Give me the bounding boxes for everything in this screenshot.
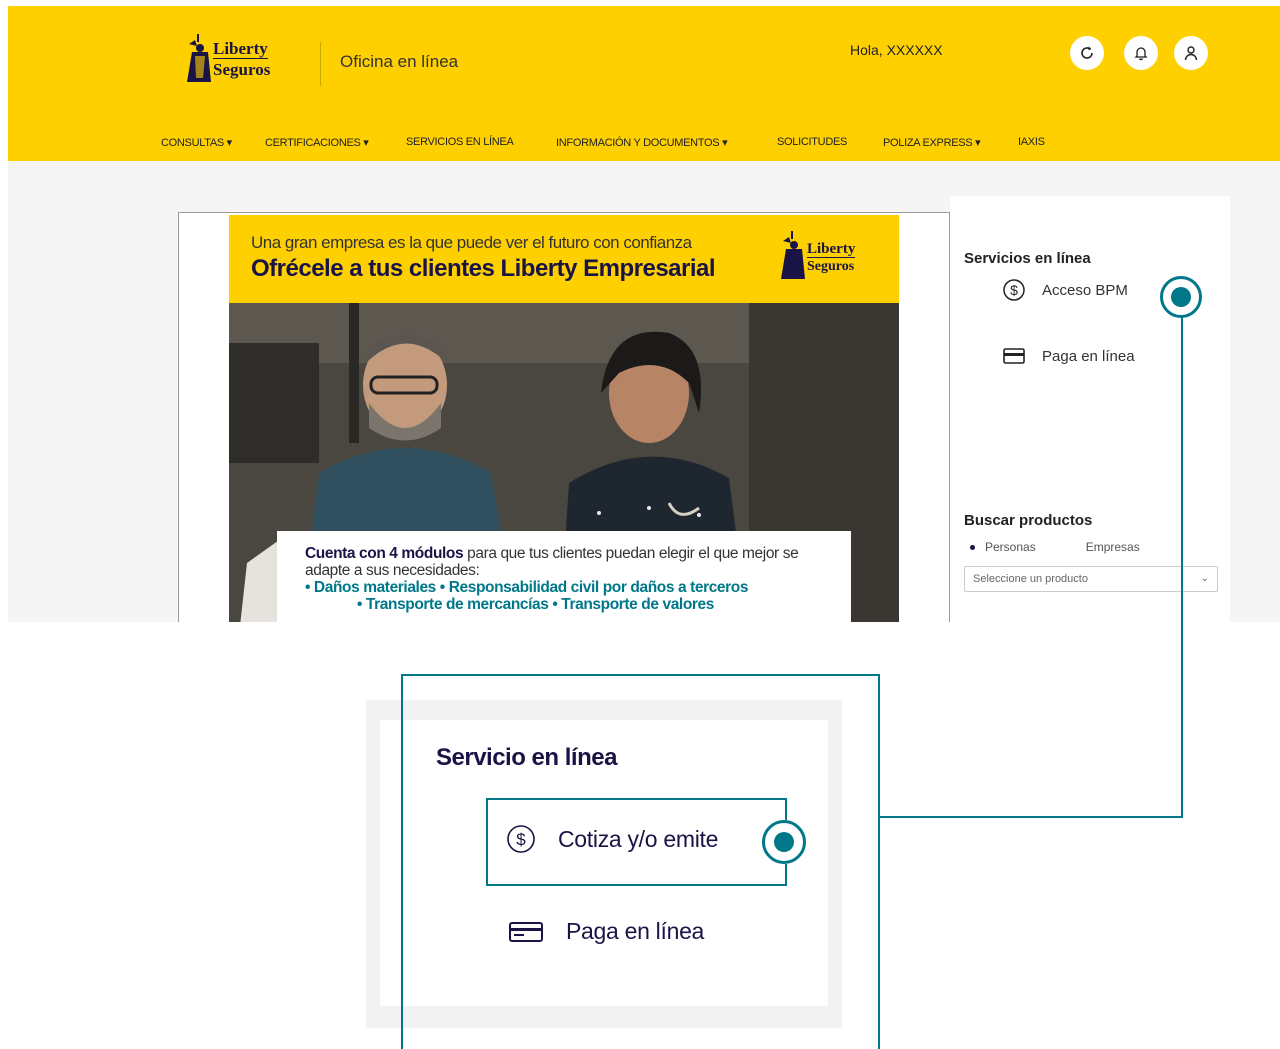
cotiza-emite-link[interactable]: $ Cotiza y/o emite <box>506 824 718 854</box>
user-icon <box>1184 46 1198 61</box>
nav-consultas[interactable]: CONSULTAS ▾ <box>161 136 232 149</box>
zoom-paga-en-linea-link[interactable]: Paga en línea <box>508 918 704 945</box>
banner-modules-line-1: • Daños materiales • Responsabilidad civ… <box>305 579 749 596</box>
banner-info-card: Cuenta con 4 módulos para que tus client… <box>277 531 851 622</box>
callout-marker-dot <box>1171 287 1191 307</box>
banner-logo-liberty: Liberty <box>807 241 856 258</box>
connector-line-horizontal <box>880 816 1183 818</box>
connector-line-vertical <box>1181 316 1183 818</box>
banner-logo-seguros: Seguros <box>807 259 855 274</box>
acceso-bpm-label: Acceso BPM <box>1042 281 1128 299</box>
site-header: Liberty Seguros Oficina en línea Hola, X… <box>8 6 1280 161</box>
tutorial-stage: Liberty Seguros Oficina en línea Hola, X… <box>0 0 1280 1049</box>
product-select[interactable]: Seleccione un producto ⌄ <box>964 566 1218 592</box>
banner-modules-line-2: • Transporte de mercancías • Transporte … <box>357 596 714 613</box>
main-nav: CONSULTAS ▾ CERTIFICACIONES ▾ SERVICIOS … <box>8 132 1280 156</box>
nav-poliza-express[interactable]: POLIZA EXPRESS ▾ <box>883 136 981 149</box>
side-panel: Servicios en línea $ Acceso BPM Paga en … <box>950 196 1230 622</box>
connector-tick-bottom <box>785 864 787 886</box>
connector-line-left <box>401 674 403 1049</box>
banner-card-text: Cuenta con 4 módulos para que tus client… <box>305 545 823 579</box>
product-select-placeholder: Seleccione un producto <box>973 573 1088 585</box>
callout-marker-top <box>1160 276 1202 318</box>
chevron-down-icon: ⌄ <box>1200 573 1209 584</box>
dollar-circle-icon: $ <box>507 825 535 853</box>
office-title: Oficina en línea <box>340 52 459 71</box>
banner-card-bold: Cuenta con 4 módulos <box>305 545 464 562</box>
callout-marker-dot <box>774 832 794 852</box>
user-profile-button[interactable] <box>1174 36 1208 70</box>
paga-en-linea-label: Paga en línea <box>1042 347 1135 365</box>
nav-iaxis[interactable]: IAXIS <box>1018 136 1045 148</box>
radio-empresas[interactable]: Empresas <box>1086 540 1140 554</box>
notifications-button[interactable] <box>1124 36 1158 70</box>
nav-informacion-documentos[interactable]: INFORMACIÓN Y DOCUMENTOS ▾ <box>556 136 728 149</box>
connector-line-right <box>878 674 880 1049</box>
liberty-logo[interactable]: Liberty Seguros <box>183 28 303 90</box>
zoom-panel-title: Servicio en línea <box>436 744 617 771</box>
dollar-circle-icon: $ <box>1003 279 1025 301</box>
header-divider <box>320 42 321 86</box>
paga-en-linea-link[interactable]: Paga en línea <box>1002 346 1135 366</box>
credit-card-icon <box>509 921 543 942</box>
radio-empresas-label: Empresas <box>1085 540 1140 554</box>
credit-card-icon <box>1003 348 1025 364</box>
nav-solicitudes[interactable]: SOLICITUDES <box>777 136 847 148</box>
connector-line-top <box>401 674 880 676</box>
radio-personas-label: Personas <box>985 540 1036 554</box>
zoom-paga-en-linea-label: Paga en línea <box>566 918 705 944</box>
banner-liberty-logo: Liberty Seguros <box>777 229 887 289</box>
user-greeting: Hola, XXXXXX <box>850 42 943 58</box>
cotiza-emite-label: Cotiza y/o emite <box>558 825 719 852</box>
radio-selected-dot <box>970 544 975 550</box>
bell-icon <box>1134 47 1148 61</box>
connector-tick-top <box>785 798 787 820</box>
radio-personas[interactable]: Personas <box>970 540 1036 554</box>
callout-marker-bottom <box>762 820 806 864</box>
logo-text-seguros: Seguros <box>213 60 271 79</box>
buscar-productos-title: Buscar productos <box>964 512 1093 529</box>
statue-of-liberty-icon <box>187 34 211 82</box>
nav-servicios-en-linea[interactable]: SERVICIOS EN LÍNEA <box>406 136 514 148</box>
statue-of-liberty-icon <box>781 231 805 279</box>
nav-certificaciones[interactable]: CERTIFICACIONES ▾ <box>265 136 369 149</box>
promo-banner-frame: Una gran empresa es la que puede ver el … <box>178 212 950 622</box>
refresh-button[interactable] <box>1070 36 1104 70</box>
side-services-title: Servicios en línea <box>964 250 1091 267</box>
acceso-bpm-link[interactable]: $ Acceso BPM <box>1002 278 1128 302</box>
logo-text-liberty: Liberty <box>213 39 268 59</box>
promo-banner[interactable]: Una gran empresa es la que puede ver el … <box>229 215 899 622</box>
svg-text:$: $ <box>516 830 526 849</box>
banner-tagline: Una gran empresa es la que puede ver el … <box>251 233 692 252</box>
svg-text:$: $ <box>1010 282 1018 298</box>
banner-headline: Ofrécele a tus clientes Liberty Empresar… <box>251 255 716 282</box>
product-type-radio-group: Personas Empresas <box>970 540 1140 554</box>
banner-yellow-strip: Una gran empresa es la que puede ver el … <box>229 215 899 303</box>
portal-screenshot: Liberty Seguros Oficina en línea Hola, X… <box>8 6 1280 622</box>
refresh-icon <box>1081 46 1093 59</box>
